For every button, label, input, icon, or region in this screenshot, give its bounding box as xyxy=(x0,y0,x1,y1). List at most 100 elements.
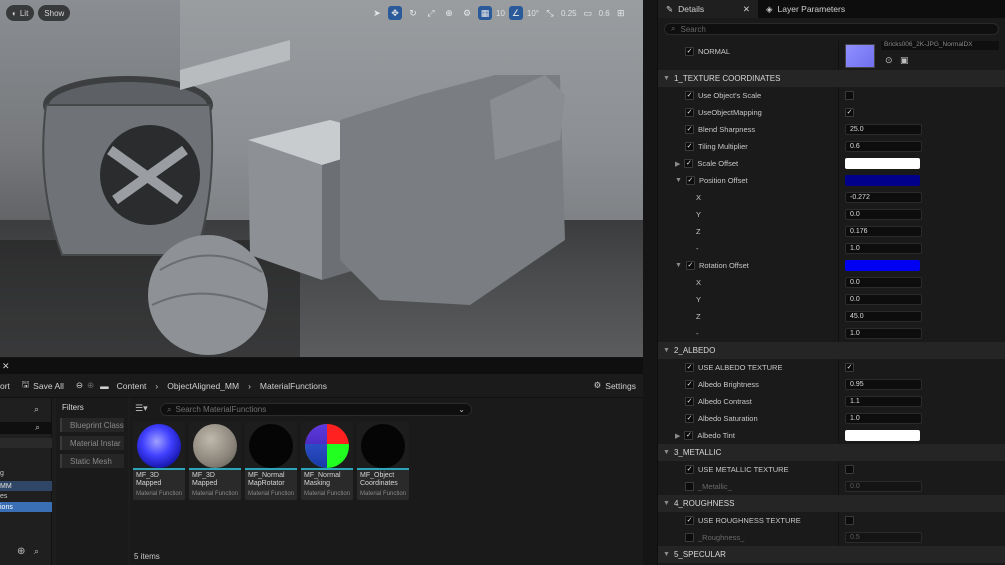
albedo-saturation-input[interactable]: 1.0 xyxy=(845,413,922,424)
surface-snap-icon[interactable]: ⚙ xyxy=(460,6,474,20)
category-metallic[interactable]: ▼ 3_METALLIC xyxy=(658,444,1005,461)
position-y-input[interactable]: 0.0 xyxy=(845,209,922,220)
rotation-y-input[interactable]: 0.0 xyxy=(845,294,922,305)
scale-snap-icon[interactable]: ⤡ xyxy=(543,6,557,20)
rotation-snap-icon[interactable]: ∠ xyxy=(508,6,523,20)
override-checkbox[interactable]: ✓ xyxy=(685,108,694,117)
override-checkbox[interactable]: ✓ xyxy=(685,261,695,270)
close-icon[interactable]: ✕ xyxy=(743,4,750,15)
scale-mode-icon[interactable]: ⤢ xyxy=(424,6,438,20)
select-mode-icon[interactable]: ➤ xyxy=(370,6,384,20)
lit-mode-button[interactable]: ◐ Lit xyxy=(6,5,35,21)
grid-snap-icon[interactable]: ▦ xyxy=(478,6,492,20)
use-roughness-texture-checkbox[interactable] xyxy=(845,516,854,525)
override-checkbox[interactable]: ✓ xyxy=(685,516,694,525)
rotation-z-input[interactable]: 45.0 xyxy=(845,311,922,322)
sources-item-selected[interactable] xyxy=(0,438,52,448)
normal-texture-swatch[interactable] xyxy=(845,44,875,68)
position-x-input[interactable]: -0.272 xyxy=(845,192,922,203)
use-object-scale-checkbox[interactable] xyxy=(845,91,854,100)
breadcrumb-item-objectaligned[interactable]: ObjectAligned_MM xyxy=(167,381,239,391)
world-space-icon[interactable]: ⊕ xyxy=(442,6,456,20)
details-search-field[interactable]: ⌕ Search xyxy=(664,23,999,35)
override-checkbox[interactable]: ✓ xyxy=(685,176,695,185)
asset-tile[interactable]: MF_Normal MapRotator Material Function xyxy=(245,422,297,500)
rotation-w-input[interactable]: 1.0 xyxy=(845,328,922,339)
sources-item-active[interactable]: ions xyxy=(0,502,52,512)
override-checkbox[interactable]: ✓ xyxy=(685,414,694,423)
scale-snap-value[interactable]: 0.25 xyxy=(561,9,577,18)
filter-static-mesh[interactable]: Static Mesh xyxy=(60,454,124,468)
use-selected-icon[interactable]: ▣ xyxy=(900,55,909,66)
close-icon[interactable]: ✕ xyxy=(2,361,10,372)
override-checkbox[interactable]: ✓ xyxy=(684,159,694,168)
rotate-mode-icon[interactable]: ↻ xyxy=(406,6,420,20)
category-texture-coordinates[interactable]: ▼ 1_TEXTURE COORDINATES xyxy=(658,70,1005,87)
override-checkbox[interactable]: ✓ xyxy=(685,125,694,134)
rotation-snap-value[interactable]: 10° xyxy=(527,9,539,18)
viewport-layout-icon[interactable]: ⊞ xyxy=(614,6,628,20)
chevron-right-icon[interactable]: ▶ xyxy=(675,432,680,440)
save-all-button[interactable]: 🖫 Save All xyxy=(22,379,64,393)
position-z-input[interactable]: 0.176 xyxy=(845,226,922,237)
override-checkbox[interactable] xyxy=(685,482,694,491)
filter-material-instance[interactable]: Material Instar xyxy=(60,436,124,450)
asset-tile[interactable]: MF_3D Mapped Material Function xyxy=(133,422,185,500)
override-checkbox[interactable]: ✓ xyxy=(684,431,694,440)
category-roughness[interactable]: ▼ 4_ROUGHNESS xyxy=(658,495,1005,512)
forward-button[interactable]: ⊕ xyxy=(87,380,94,391)
add-icon[interactable]: ⊕ xyxy=(17,546,25,557)
override-checkbox[interactable] xyxy=(685,533,694,542)
scale-offset-color[interactable] xyxy=(845,158,920,169)
category-albedo[interactable]: ▼ 2_ALBEDO xyxy=(658,342,1005,359)
chevron-down-icon[interactable]: ▼ xyxy=(675,262,682,269)
tab-details[interactable]: ✎ Details ✕ xyxy=(658,0,758,18)
breadcrumb-item-materialfunctions[interactable]: MaterialFunctions xyxy=(260,381,327,391)
level-viewport[interactable]: ◐ Lit Show ➤ ✥ ↻ ⤢ ⊕ ⚙ ▦ 10 ∠ 10° ⤡ 0.25… xyxy=(0,0,643,357)
albedo-tint-color[interactable] xyxy=(845,430,920,441)
override-checkbox[interactable]: ✓ xyxy=(685,91,694,100)
albedo-contrast-input[interactable]: 1.1 xyxy=(845,396,922,407)
settings-button[interactable]: ⚙ Settings xyxy=(594,380,636,391)
normal-override-checkbox[interactable]: ✓ xyxy=(685,47,694,56)
metallic-input[interactable]: 0.0 xyxy=(845,481,922,492)
use-metallic-texture-checkbox[interactable] xyxy=(845,465,854,474)
override-checkbox[interactable]: ✓ xyxy=(685,397,694,406)
rotation-offset-color[interactable] xyxy=(845,260,920,271)
roughness-input[interactable]: 0.5 xyxy=(845,532,922,543)
breadcrumb-item-content[interactable]: Content xyxy=(117,381,147,391)
tiling-multiplier-input[interactable]: 0.6 xyxy=(845,141,922,152)
camera-speed-icon[interactable]: ▭ xyxy=(581,6,595,20)
position-w-input[interactable]: 1.0 xyxy=(845,243,922,254)
asset-search-field[interactable]: ⌕ Search MaterialFunctions ⌄ xyxy=(160,403,472,416)
filter-icon[interactable]: ☰▾ xyxy=(135,403,148,414)
position-offset-color[interactable] xyxy=(845,175,920,186)
category-specular[interactable]: ▼ 5_SPECULAR xyxy=(658,546,1005,563)
chevron-down-icon[interactable]: ▼ xyxy=(675,177,682,184)
asset-tile[interactable]: MF_3D Mapped Material Function xyxy=(189,422,241,500)
normal-asset-dropdown[interactable]: Bricks006_2K-JPG_NormalDX xyxy=(881,41,999,50)
asset-tile[interactable]: MF_Object Coordinates Material Function xyxy=(357,422,409,500)
use-object-mapping-checkbox[interactable]: ✓ xyxy=(845,108,854,117)
search-icon[interactable]: ⌕ xyxy=(34,404,39,415)
blend-sharpness-input[interactable]: 25.0 xyxy=(845,124,922,135)
sources-item[interactable]: g xyxy=(0,470,4,477)
back-button[interactable]: ⊖ xyxy=(76,380,83,391)
asset-tile[interactable]: MF_Normal Masking Material Function xyxy=(301,422,353,500)
show-button[interactable]: Show xyxy=(38,5,71,21)
translate-mode-icon[interactable]: ✥ xyxy=(388,6,402,20)
albedo-brightness-input[interactable]: 0.95 xyxy=(845,379,922,390)
rotation-x-input[interactable]: 0.0 xyxy=(845,277,922,288)
override-checkbox[interactable]: ✓ xyxy=(685,465,694,474)
sources-item-highlight[interactable]: MM xyxy=(0,481,52,491)
search-icon[interactable]: ⌕ xyxy=(34,546,39,557)
override-checkbox[interactable]: ✓ xyxy=(685,380,694,389)
chevron-down-icon[interactable]: ⌄ xyxy=(458,405,465,414)
search-icon[interactable]: ⌕ xyxy=(35,422,40,433)
camera-speed-value[interactable]: 0.6 xyxy=(599,9,610,18)
import-button[interactable]: ort xyxy=(0,381,10,391)
browse-asset-icon[interactable]: ⊙ xyxy=(885,55,893,66)
tab-layer-parameters[interactable]: ◈ Layer Parameters xyxy=(758,0,853,18)
override-checkbox[interactable]: ✓ xyxy=(685,142,694,151)
chevron-right-icon[interactable]: ▶ xyxy=(675,160,680,168)
